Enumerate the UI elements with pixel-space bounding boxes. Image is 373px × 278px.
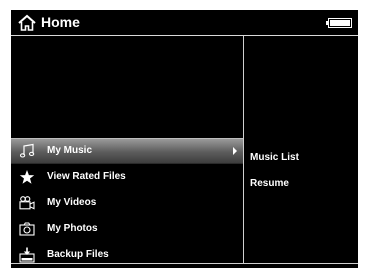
menu-item-label: My Videos [47,197,97,208]
submenu-pane: Music List Resume [244,36,358,264]
battery-icon [326,18,352,28]
submenu-item-label: Music List [250,151,299,163]
menu-item-label: View Rated Files [47,171,126,182]
status-divider [11,263,358,264]
star-icon [19,170,35,184]
main-menu-pane: My Music View Rated Files My Videos My P… [11,36,244,264]
home-icon[interactable] [17,14,37,32]
music-note-icon [19,143,35,158]
menu-item-my-videos[interactable]: My Videos [11,190,243,216]
menu-item-my-music[interactable]: My Music [11,138,243,164]
menu-item-view-rated-files[interactable]: View Rated Files [11,164,243,190]
camera-icon [19,222,35,236]
submenu-item-label: Resume [250,177,289,189]
menu-item-label: Backup Files [47,249,109,260]
menu-item-my-photos[interactable]: My Photos [11,216,243,242]
submenu-item-resume[interactable]: Resume [250,170,299,196]
submenu-item-music-list[interactable]: Music List [250,144,299,170]
menu-item-backup-files[interactable]: Backup Files [11,242,243,268]
backup-icon [19,247,35,263]
submenu: Music List Resume [250,144,299,196]
title-bar: Home [11,10,358,36]
menu-item-label: My Photos [47,223,98,234]
main-menu: My Music View Rated Files My Videos My P… [11,138,243,268]
chevron-right-icon [233,147,237,155]
video-camera-icon [19,196,35,210]
page-title: Home [41,14,80,30]
device-screen: Home My Music View Rated Files My Videos… [11,10,358,268]
menu-item-label: My Music [47,145,93,156]
